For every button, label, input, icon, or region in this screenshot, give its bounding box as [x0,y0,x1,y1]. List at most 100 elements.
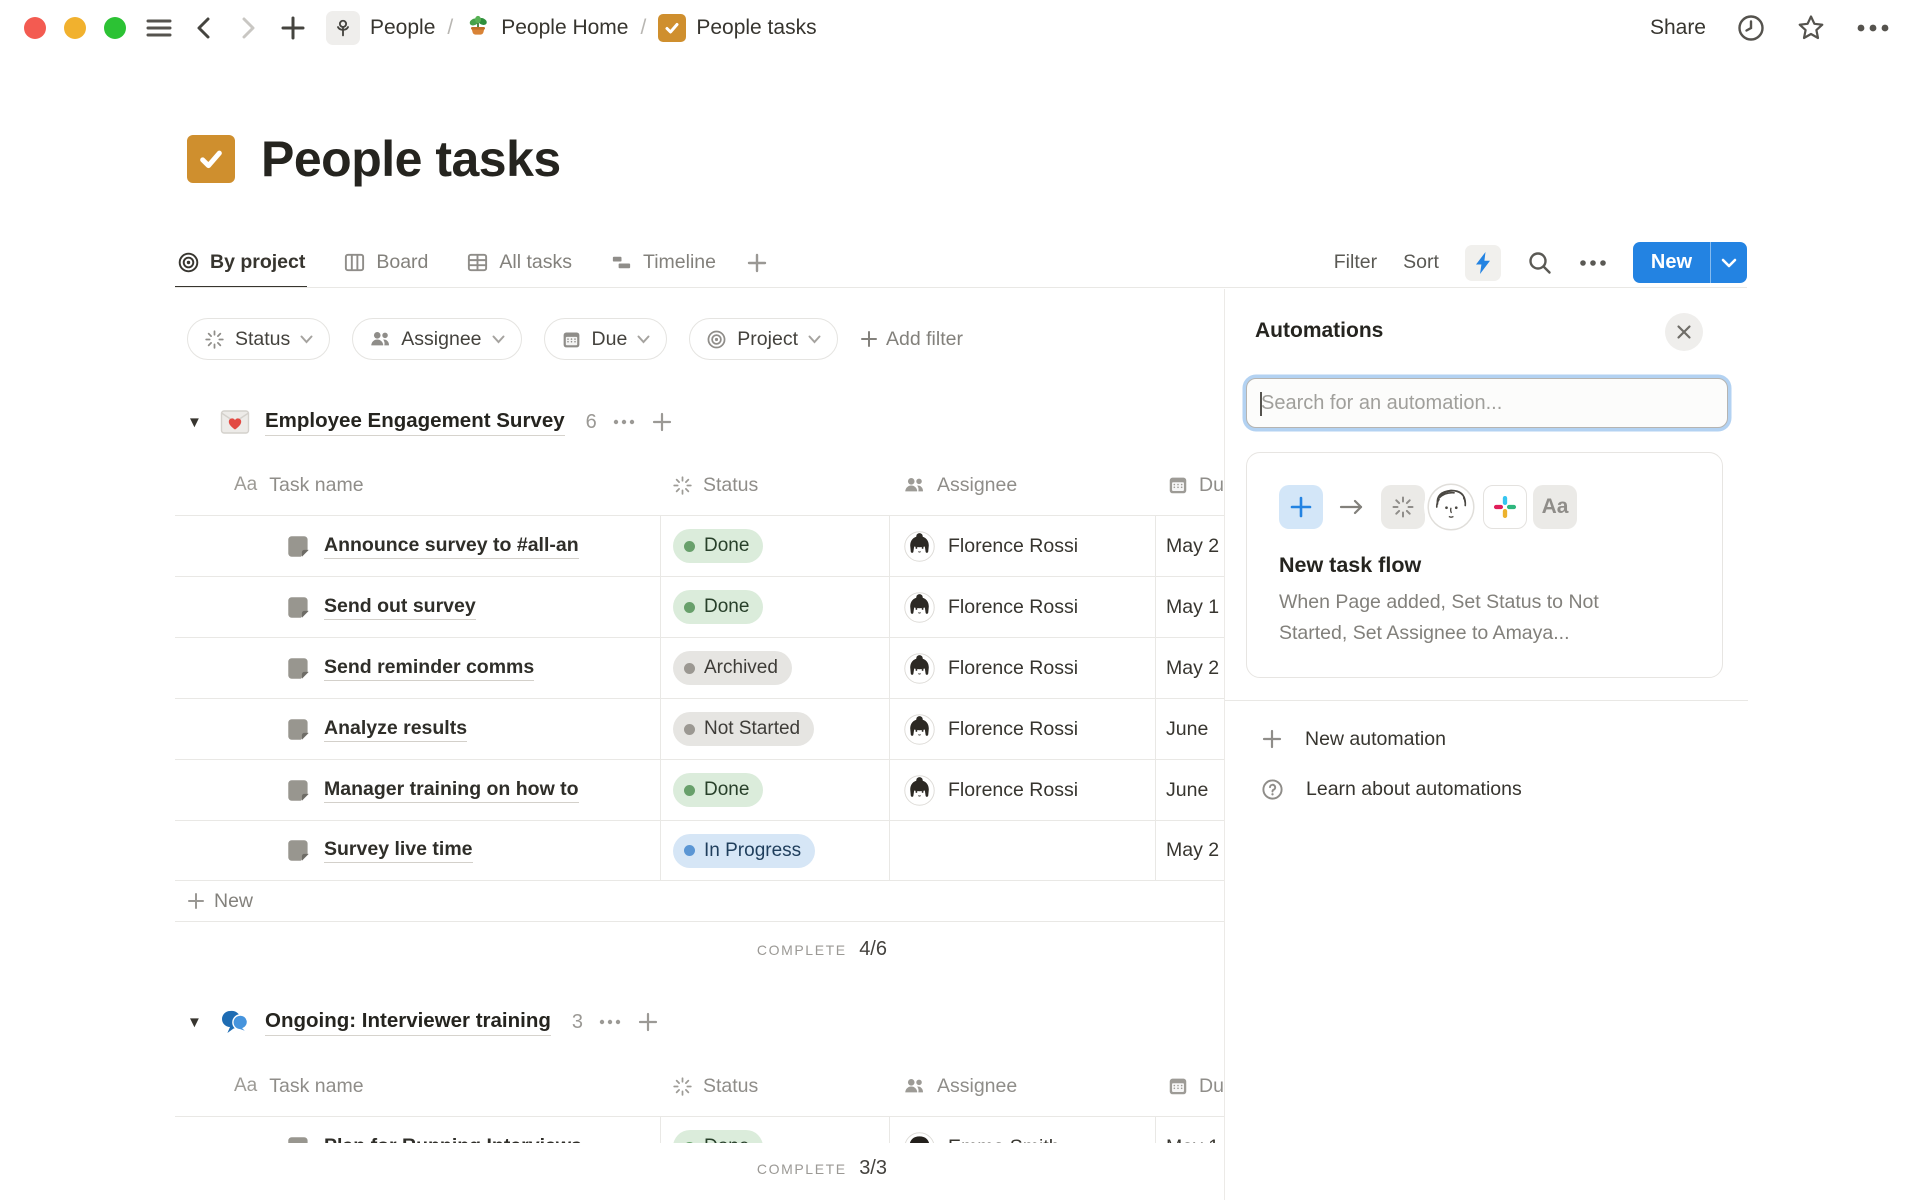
add-filter-button[interactable]: Add filter [860,328,963,351]
sidebar-toggle-icon[interactable] [146,17,172,39]
breadcrumb: People / People Home / People tasks [326,11,817,45]
tab-board[interactable]: Board [341,238,430,287]
status-badge[interactable]: Done [673,529,763,563]
tab-all-tasks[interactable]: All tasks [464,238,574,287]
new-button[interactable]: New [1633,242,1710,283]
window-close-button[interactable] [24,17,46,39]
summary-value: 3/3 [859,1157,887,1179]
filter-chip-due[interactable]: Due [544,318,668,360]
column-label: Assignee [937,1075,1017,1098]
tab-by-project[interactable]: By project [175,238,307,288]
topbar-actions: Share [1650,13,1890,43]
question-icon [1261,778,1284,801]
window-minimize-button[interactable] [64,17,86,39]
new-automation-button[interactable]: New automation [1261,717,1446,761]
task-title-link[interactable]: Survey live time [324,838,473,863]
arrow-right-icon [1339,498,1365,516]
automation-search-field[interactable] [1246,378,1728,428]
search-icon[interactable] [1527,250,1553,276]
automations-panel-title: Automations [1255,319,1383,343]
calendar-icon [1167,474,1189,496]
status-badge[interactable]: In Progress [673,834,815,868]
task-title-link[interactable]: Manager training on how to [324,778,579,803]
filter-chip-assignee[interactable]: Assignee [352,318,521,360]
page-icon [287,717,310,742]
forward-icon[interactable] [236,15,260,41]
page-title[interactable]: People tasks [261,130,561,188]
status-dot-icon [684,541,695,552]
group-more-icon[interactable] [612,418,636,426]
updates-clock-icon[interactable] [1736,13,1766,43]
summary-value: 4/6 [859,938,887,960]
breadcrumb-item-people-home[interactable]: People Home [465,15,628,41]
learn-about-automations-button[interactable]: Learn about automations [1261,767,1522,811]
filter-chip-project[interactable]: Project [689,318,838,360]
automation-search-input[interactable] [1261,379,1713,427]
column-header-assignee[interactable]: Assignee [889,1056,1155,1116]
people-icon [903,1075,925,1097]
status-dot-icon [684,663,695,674]
tab-label: All tasks [499,251,572,274]
tab-timeline[interactable]: Timeline [608,238,718,287]
column-header-assignee[interactable]: Assignee [889,455,1155,515]
automation-card-new-task-flow[interactable]: Aa New task flow When Page added, Set St… [1246,452,1723,678]
status-badge[interactable]: Done [673,773,763,807]
status-badge[interactable]: Not Started [673,712,814,746]
table-icon [466,251,489,274]
view-more-icon[interactable] [1579,259,1607,267]
column-label: Status [703,474,758,497]
group-add-icon[interactable] [651,411,673,433]
status-badge[interactable]: Archived [673,651,792,685]
window-zoom-button[interactable] [104,17,126,39]
assignee-cell[interactable]: Florence Rossi [889,760,1155,820]
chip-label: Due [592,328,628,351]
group-more-icon[interactable] [598,1018,622,1026]
filter-chip-status[interactable]: Status [187,318,330,360]
task-title-link[interactable]: Send reminder comms [324,656,534,681]
task-title-link[interactable]: Analyze results [324,717,467,742]
group-title[interactable]: Employee Engagement Survey [265,409,565,436]
add-view-icon[interactable] [746,252,768,274]
filter-button[interactable]: Filter [1334,251,1377,274]
page-icon-checkbox[interactable] [187,135,235,183]
people-icon [903,474,925,496]
task-title-link[interactable]: Send out survey [324,595,476,620]
breadcrumb-item-people-tasks[interactable]: People tasks [658,14,816,42]
assignee-cell-empty[interactable] [889,821,1155,880]
task-title-link[interactable]: Announce survey to #all-an [324,534,579,559]
automations-bolt-icon[interactable] [1465,245,1501,281]
assignee-cell[interactable]: Florence Rossi [889,516,1155,576]
column-label: Task name [269,474,363,497]
sort-button[interactable]: Sort [1403,251,1439,274]
new-dropdown-chevron-icon[interactable] [1710,242,1747,283]
share-button[interactable]: Share [1650,16,1706,40]
collapse-triangle-icon[interactable]: ▼ [187,1014,205,1031]
group-title[interactable]: Ongoing: Interviewer training [265,1009,551,1036]
page-icon [287,778,310,803]
group-count: 6 [586,411,597,434]
column-header-status[interactable]: Status [660,455,889,515]
status-cell: In Progress [660,821,889,880]
breadcrumb-item-people[interactable]: People [326,11,435,45]
summary-label: COMPLETE [757,942,847,958]
collapse-triangle-icon[interactable]: ▼ [187,414,205,431]
back-icon[interactable] [192,15,216,41]
new-page-icon[interactable] [280,15,306,41]
assignee-cell[interactable]: Florence Rossi [889,638,1155,698]
task-cell: Manager training on how to [175,760,660,820]
column-header-task-name[interactable]: Aa Task name [175,1056,660,1116]
column-label: Assignee [937,474,1017,497]
assignee-cell[interactable]: Florence Rossi [889,577,1155,637]
status-badge[interactable]: Done [673,590,763,624]
column-header-status[interactable]: Status [660,1056,889,1116]
more-options-icon[interactable] [1856,23,1890,33]
status-dot-icon [684,785,695,796]
tab-label: Timeline [643,251,716,274]
assignee-cell[interactable]: Florence Rossi [889,699,1155,759]
close-icon[interactable] [1665,313,1703,351]
timeline-icon [610,251,633,274]
column-header-task-name[interactable]: Aa Task name [175,455,660,515]
favorite-star-icon[interactable] [1796,13,1826,43]
group-add-icon[interactable] [637,1011,659,1033]
status-dot-icon [684,845,695,856]
